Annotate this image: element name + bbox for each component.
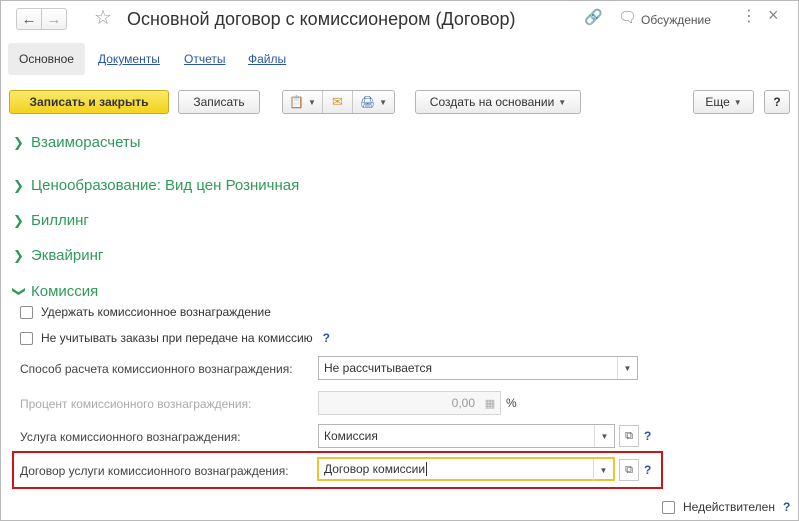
email-button[interactable]: ✉ — [323, 91, 353, 113]
window-title: Основной договор с комиссионером (Догово… — [127, 9, 516, 29]
percent-input: 0,00 ▦ — [318, 391, 501, 415]
service-value: Комиссия — [324, 429, 378, 443]
favorite-star-icon[interactable]: ☆ — [94, 7, 112, 29]
chevron-down-icon: ▼ — [733, 97, 742, 107]
service-open-button[interactable]: ⧉ — [619, 425, 639, 447]
back-button[interactable]: ← — [16, 8, 42, 30]
tab-files[interactable]: Файлы — [248, 43, 286, 75]
invalid-checkbox-row[interactable]: Недействителен ? — [662, 500, 790, 514]
contract-value: Договор комиссии — [324, 462, 426, 476]
chevron-right-icon: ❯ — [13, 212, 24, 228]
percent-label: Процент комиссионного вознаграждения: — [20, 397, 252, 411]
invalid-help[interactable]: ? — [783, 500, 790, 514]
invalid-label: Недействителен — [683, 500, 775, 514]
form-window: ← → ☆ Основной договор с комиссионером (… — [0, 0, 799, 521]
service-help[interactable]: ? — [644, 429, 651, 443]
more-label: Еще — [705, 95, 730, 109]
envelope-icon: ✉ — [332, 94, 343, 109]
open-window-icon: ⧉ — [625, 463, 633, 476]
service-select[interactable]: Комиссия ▼ — [318, 424, 615, 448]
reports-dropdown-button[interactable]: 📋 ▼ — [283, 91, 323, 113]
create-on-basis-button[interactable]: Создать на основании ▼ — [415, 90, 581, 114]
more-button[interactable]: Еще ▼ — [693, 90, 754, 114]
section-pricing[interactable]: ❯ Ценообразование: Вид цен Розничная — [13, 177, 299, 194]
section-acquiring-label: Эквайринг — [31, 247, 104, 264]
chevron-down-icon: ▼ — [308, 97, 316, 107]
arrow-left-icon: ← — [21, 10, 37, 28]
chevron-down-icon[interactable]: ▼ — [594, 425, 614, 447]
printer-icon: 🖨 — [359, 95, 376, 109]
document-icon: 📋 — [289, 95, 305, 109]
section-settlements[interactable]: ❯ Взаиморасчеты — [13, 134, 141, 151]
calc-method-label: Способ расчета комиссионного вознагражде… — [20, 362, 293, 376]
chevron-down-icon: ▼ — [558, 97, 567, 107]
action-button-group: 📋 ▼ ✉ 🖨 ▼ — [282, 90, 395, 114]
open-window-icon: ⧉ — [625, 429, 633, 442]
chat-icon[interactable]: 🗨 — [618, 10, 637, 26]
tab-documents[interactable]: Документы — [98, 43, 160, 75]
tab-reports[interactable]: Отчеты — [184, 43, 225, 75]
contract-select[interactable]: Договор комиссии ▼ — [317, 457, 615, 481]
arrow-right-icon: → — [46, 10, 62, 28]
chevron-down-icon: ▼ — [379, 97, 388, 107]
title-bar: ← → ☆ Основной договор с комиссионером (… — [1, 1, 798, 39]
chevron-down-icon[interactable]: ▼ — [617, 357, 637, 379]
withhold-commission-label: Удержать комиссионное вознаграждение — [41, 305, 271, 319]
section-acquiring[interactable]: ❯ Эквайринг — [13, 247, 103, 264]
section-commission[interactable]: ❯ Комиссия — [12, 283, 99, 300]
contract-help[interactable]: ? — [644, 463, 651, 477]
help-button[interactable]: ? — [764, 90, 790, 114]
chevron-right-icon: ❯ — [13, 177, 24, 193]
more-menu-icon[interactable]: ⋮ — [741, 9, 757, 25]
section-pricing-label: Ценообразование: Вид цен Розничная — [31, 177, 300, 194]
percent-value: 0,00 — [451, 396, 475, 410]
save-and-close-button[interactable]: Записать и закрыть — [9, 90, 169, 114]
ignore-orders-checkbox[interactable] — [20, 331, 33, 345]
close-icon[interactable]: × — [768, 6, 779, 24]
print-dropdown-button[interactable]: 🖨 ▼ — [353, 91, 394, 113]
tab-main[interactable]: Основное — [8, 43, 85, 75]
withhold-commission-checkbox[interactable] — [20, 305, 33, 319]
chevron-right-icon: ❯ — [13, 134, 24, 150]
calc-method-value: Не рассчитывается — [324, 361, 433, 375]
calc-method-select[interactable]: Не рассчитывается ▼ — [318, 356, 638, 380]
save-button[interactable]: Записать — [178, 90, 260, 114]
percent-unit: % — [506, 396, 517, 410]
chevron-down-icon: ❯ — [12, 285, 27, 297]
section-billing[interactable]: ❯ Биллинг — [13, 212, 89, 229]
ignore-orders-checkbox-row[interactable]: Не учитывать заказы при передаче на коми… — [20, 331, 330, 345]
ignore-orders-label: Не учитывать заказы при передаче на коми… — [41, 331, 313, 345]
contract-open-button[interactable]: ⧉ — [619, 459, 639, 481]
contract-label: Договор услуги комиссионного вознагражде… — [20, 464, 289, 478]
text-cursor — [426, 462, 428, 476]
section-settlements-label: Взаиморасчеты — [31, 134, 141, 151]
create-on-basis-label: Создать на основании — [429, 95, 555, 109]
withhold-commission-checkbox-row[interactable]: Удержать комиссионное вознаграждение — [20, 305, 271, 319]
invalid-checkbox[interactable] — [662, 500, 675, 514]
discussion-link[interactable]: Обсуждение — [641, 13, 711, 27]
link-icon[interactable]: 🔗 — [584, 10, 603, 26]
chevron-right-icon: ❯ — [13, 247, 24, 263]
ignore-orders-help[interactable]: ? — [323, 331, 330, 345]
section-billing-label: Биллинг — [31, 212, 89, 229]
service-label: Услуга комиссионного вознаграждения: — [20, 430, 241, 444]
section-commission-label: Комиссия — [31, 283, 99, 300]
chevron-down-icon[interactable]: ▼ — [593, 459, 613, 481]
calculator-icon: ▦ — [484, 397, 496, 410]
forward-button[interactable]: → — [41, 8, 67, 30]
